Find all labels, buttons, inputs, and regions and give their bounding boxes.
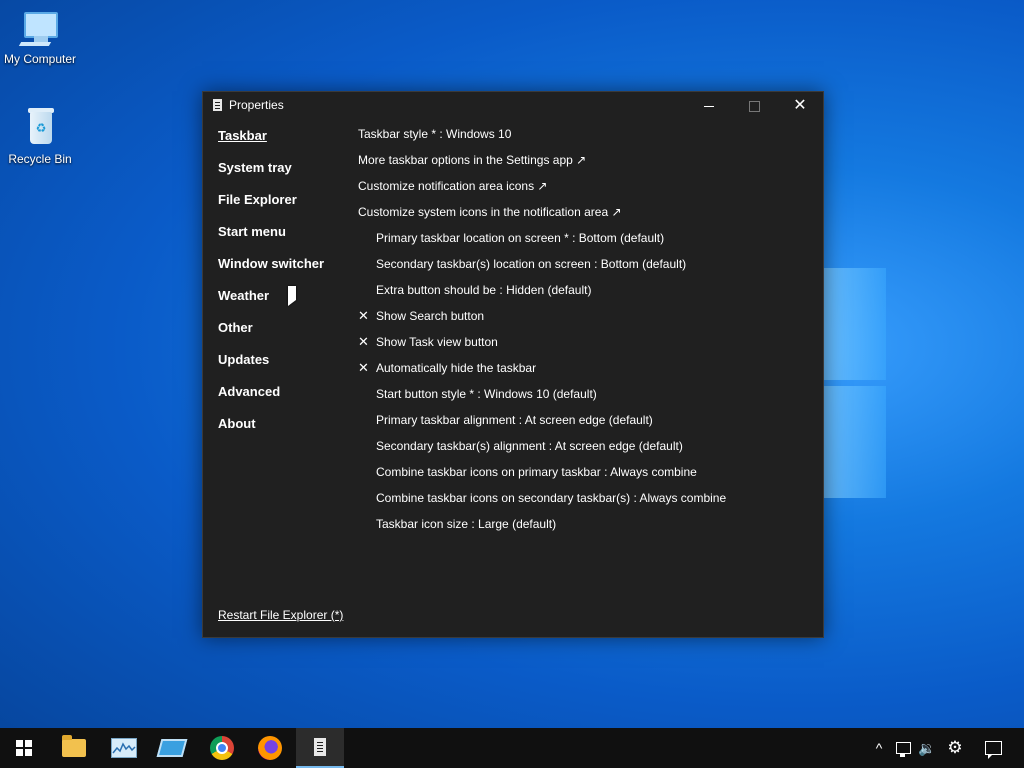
restart-file-explorer-link[interactable]: Restart File Explorer (*)	[218, 608, 343, 622]
app-icon	[213, 99, 222, 111]
minimize-icon	[704, 105, 714, 107]
checkmark-icon: ✕	[358, 360, 369, 375]
link-system-icons[interactable]: Customize system icons in the notificati…	[358, 204, 808, 230]
sidebar-item-about[interactable]: About	[218, 416, 348, 448]
taskbar-chrome[interactable]	[198, 728, 246, 768]
setting-primary-alignment[interactable]: Primary taskbar alignment : At screen ed…	[358, 412, 808, 438]
setting-start-button-style[interactable]: Start button style * : Windows 10 (defau…	[358, 386, 808, 412]
link-taskbar-settings-app[interactable]: More taskbar options in the Settings app…	[358, 152, 808, 178]
start-icon	[16, 740, 32, 756]
close-button[interactable]: ✕	[777, 92, 823, 120]
desktop-icon-label: Recycle Bin	[8, 152, 72, 166]
properties-window: Properties ✕ Taskbar System tray File Ex…	[202, 91, 824, 638]
taskbar: ^ 🔉 ⚙	[0, 728, 1024, 768]
taskbar-file-explorer[interactable]	[50, 728, 98, 768]
wallpaper-windows-logo	[822, 268, 886, 500]
chrome-icon	[210, 736, 234, 760]
link-notification-area-icons[interactable]: Customize notification area icons ↗	[358, 178, 808, 204]
minimize-button[interactable]	[686, 92, 732, 120]
setting-extra-button[interactable]: Extra button should be : Hidden (default…	[358, 282, 808, 308]
sidebar-item-updates[interactable]: Updates	[218, 352, 348, 384]
network-button[interactable]	[892, 728, 914, 768]
gear-icon: ⚙	[947, 738, 963, 757]
sidebar-item-taskbar[interactable]: Taskbar	[218, 128, 348, 160]
checkmark-icon: ✕	[358, 308, 369, 323]
recycle-bin-icon: ♻	[20, 108, 60, 148]
tile-app-icon	[156, 739, 188, 757]
toggle-label: Show Task view button	[376, 335, 498, 349]
network-icon	[895, 742, 911, 757]
toggle-auto-hide-taskbar[interactable]: ✕ Automatically hide the taskbar	[358, 360, 808, 386]
sidebar-item-advanced[interactable]: Advanced	[218, 384, 348, 416]
sidebar-item-system-tray[interactable]: System tray	[218, 160, 348, 192]
sidebar-item-other[interactable]: Other	[218, 320, 348, 352]
window-title: Properties	[229, 98, 284, 112]
show-hidden-icons-button[interactable]: ^	[868, 728, 890, 768]
sidebar-item-start-menu[interactable]: Start menu	[218, 224, 348, 256]
title-bar[interactable]: Properties ✕	[203, 92, 823, 120]
taskbar-tile-app[interactable]	[148, 728, 196, 768]
settings-list: Taskbar style * : Windows 10 More taskba…	[358, 126, 808, 542]
setting-taskbar-style[interactable]: Taskbar style * : Windows 10	[358, 126, 808, 152]
start-button[interactable]	[0, 728, 48, 768]
desktop-icon-my-computer[interactable]: My Computer	[0, 8, 80, 66]
chevron-up-icon: ^	[875, 740, 883, 756]
toggle-show-search-button[interactable]: ✕ Show Search button	[358, 308, 808, 334]
file-explorer-icon	[62, 735, 86, 757]
toggle-label: Show Search button	[376, 309, 485, 323]
desktop-icon-recycle-bin[interactable]: ♻ Recycle Bin	[0, 108, 80, 166]
setting-combine-primary[interactable]: Combine taskbar icons on primary taskbar…	[358, 464, 808, 490]
setting-combine-secondary[interactable]: Combine taskbar icons on secondary taskb…	[358, 490, 808, 516]
volume-icon: 🔉	[918, 739, 936, 756]
maximize-button[interactable]	[731, 92, 777, 120]
volume-button[interactable]: 🔉	[916, 728, 938, 768]
toggle-show-task-view-button[interactable]: ✕ Show Task view button	[358, 334, 808, 360]
desktop-icon-label: My Computer	[3, 52, 77, 66]
wallpaper-logo-pane-top	[822, 268, 886, 380]
checkmark-icon: ✕	[358, 334, 369, 349]
toggle-label: Automatically hide the taskbar	[376, 361, 537, 375]
sidebar-item-weather[interactable]: Weather	[218, 288, 348, 320]
mouse-cursor-icon	[288, 286, 296, 306]
sidebar-item-window-switcher[interactable]: Window switcher	[218, 256, 348, 288]
properties-app-icon	[314, 738, 326, 756]
firefox-icon	[258, 736, 282, 760]
taskbar-performance-monitor[interactable]	[100, 728, 148, 768]
taskbar-properties[interactable]	[296, 728, 344, 768]
settings-tray-button[interactable]: ⚙	[943, 728, 967, 768]
sidebar-item-file-explorer[interactable]: File Explorer	[218, 192, 348, 224]
setting-secondary-alignment[interactable]: Secondary taskbar(s) alignment : At scre…	[358, 438, 808, 464]
setting-secondary-taskbar-location[interactable]: Secondary taskbar(s) location on screen …	[358, 256, 808, 282]
maximize-icon	[748, 100, 760, 112]
setting-icon-size[interactable]: Taskbar icon size : Large (default)	[358, 516, 808, 542]
notification-icon	[984, 741, 1002, 759]
action-center-button[interactable]	[978, 728, 1008, 768]
close-icon: ✕	[793, 97, 807, 114]
wallpaper-logo-pane-bottom	[822, 386, 886, 498]
performance-monitor-icon	[111, 738, 137, 758]
setting-primary-taskbar-location[interactable]: Primary taskbar location on screen * : B…	[358, 230, 808, 256]
sidebar-nav: Taskbar System tray File Explorer Start …	[218, 128, 348, 448]
taskbar-firefox[interactable]	[246, 728, 294, 768]
computer-icon	[18, 8, 60, 48]
